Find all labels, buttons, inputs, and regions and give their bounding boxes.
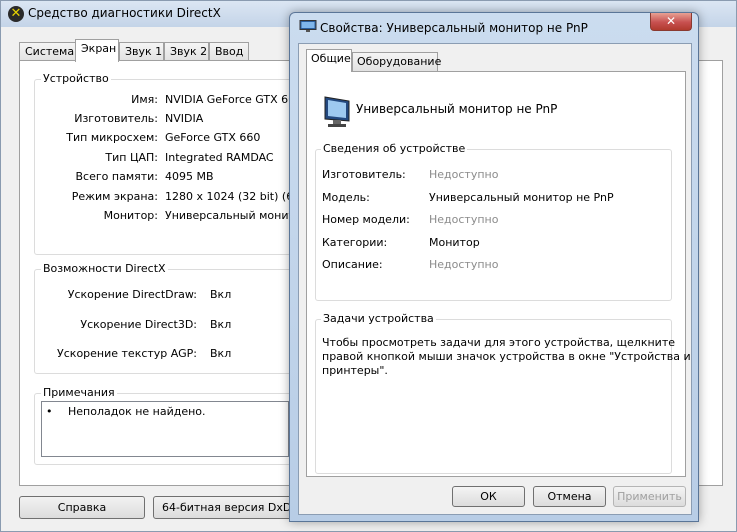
device-name: Универсальный монитор не PnP bbox=[356, 102, 558, 116]
tab-general[interactable]: Общие bbox=[306, 49, 352, 72]
directdraw-label: Ускорение DirectDraw: bbox=[67, 288, 197, 301]
info-categories-label: Категории: bbox=[322, 236, 388, 249]
notes-bullet: • bbox=[46, 405, 53, 418]
tasks-text-line-3: принтеры". bbox=[322, 364, 388, 377]
manufacturer-value: NVIDIA bbox=[165, 112, 204, 125]
direct3d-label: Ускорение Direct3D: bbox=[80, 318, 197, 331]
directx-features-title: Возможности DirectX bbox=[41, 262, 168, 275]
directx-icon: ✕ bbox=[8, 6, 24, 22]
device-tasks-group: Задачи устройства Чтобы просмотреть зада… bbox=[315, 312, 691, 474]
info-manufacturer-label: Изготовитель: bbox=[322, 168, 406, 181]
ok-button[interactable]: ОК bbox=[452, 486, 525, 507]
total-memory-label: Всего памяти: bbox=[75, 170, 158, 183]
dac-type-label: Тип ЦАП: bbox=[105, 151, 158, 164]
device-group-title: Устройство bbox=[41, 72, 111, 85]
device-info-title: Сведения об устройстве bbox=[321, 142, 468, 155]
device-name-value: NVIDIA GeForce GTX 660 bbox=[165, 93, 303, 106]
monitor-icon bbox=[299, 20, 317, 32]
info-categories-value: Монитор bbox=[429, 236, 480, 249]
info-model-number-value: Недоступно bbox=[429, 213, 499, 226]
general-panel: Универсальный монитор не PnP Сведения об… bbox=[306, 71, 691, 477]
dialog-title: Свойства: Универсальный монитор не PnP bbox=[320, 21, 588, 35]
agp-label: Ускорение текстур AGP: bbox=[57, 347, 197, 360]
close-button[interactable]: ✕ bbox=[650, 13, 692, 31]
directdraw-value: Вкл bbox=[210, 288, 232, 301]
apply-button[interactable]: Применить bbox=[613, 486, 686, 507]
tab-display[interactable]: Экран bbox=[75, 39, 119, 62]
monitor-label: Монитор: bbox=[103, 209, 158, 222]
display-mode-value: 1280 x 1024 (32 bit) (60H bbox=[165, 190, 309, 203]
manufacturer-label: Изготовитель: bbox=[74, 112, 158, 125]
total-memory-value: 4095 MB bbox=[165, 170, 214, 183]
notes-textbox[interactable]: • Неполадок не найдено. bbox=[41, 401, 289, 457]
tab-sound-1[interactable]: Звук 1 bbox=[119, 42, 164, 61]
notes-text: Неполадок не найдено. bbox=[68, 405, 206, 418]
monitor-value: Универсальный монитор bbox=[165, 209, 309, 222]
info-model-label: Модель: bbox=[322, 191, 370, 204]
monitor-device-icon bbox=[324, 96, 350, 127]
info-description-value: Недоступно bbox=[429, 258, 499, 271]
tab-system[interactable]: Система bbox=[19, 42, 76, 61]
info-manufacturer-value: Недоступно bbox=[429, 168, 499, 181]
dialog-body: Общие Оборудование Универсальный монитор… bbox=[298, 43, 692, 515]
info-model-number-label: Номер модели: bbox=[322, 213, 410, 226]
cancel-button[interactable]: Отмена bbox=[533, 486, 606, 507]
chip-type-value: GeForce GTX 660 bbox=[165, 131, 261, 144]
info-model-value: Универсальный монитор не PnP bbox=[429, 191, 614, 204]
tasks-text-line-2: правой кнопкой мыши значок устройства в … bbox=[322, 350, 691, 363]
dialog-titlebar[interactable]: Свойства: Универсальный монитор не PnP ✕ bbox=[290, 13, 698, 41]
info-description-label: Описание: bbox=[322, 258, 383, 271]
chip-type-label: Тип микросхем: bbox=[66, 131, 158, 144]
device-name-label: Имя: bbox=[131, 93, 158, 106]
notes-group-title: Примечания bbox=[41, 386, 117, 399]
tasks-text-line-1: Чтобы просмотреть задачи для этого устро… bbox=[322, 336, 675, 349]
tab-hardware[interactable]: Оборудование bbox=[352, 52, 441, 71]
tab-sound-2[interactable]: Звук 2 bbox=[164, 42, 209, 61]
direct3d-value: Вкл bbox=[210, 318, 232, 331]
device-info-group: Сведения об устройстве Изготовитель: Нед… bbox=[315, 142, 672, 301]
dac-type-value: Integrated RAMDAC bbox=[165, 151, 274, 164]
tab-input[interactable]: Ввод bbox=[209, 42, 249, 61]
help-button[interactable]: Справка bbox=[19, 496, 145, 519]
agp-value: Вкл bbox=[210, 347, 232, 360]
monitor-properties-dialog: Свойства: Универсальный монитор не PnP ✕… bbox=[289, 12, 699, 522]
device-tasks-title: Задачи устройства bbox=[321, 312, 436, 325]
display-mode-label: Режим экрана: bbox=[71, 190, 158, 203]
dxdiag-title: Средство диагностики DirectX bbox=[28, 6, 221, 20]
